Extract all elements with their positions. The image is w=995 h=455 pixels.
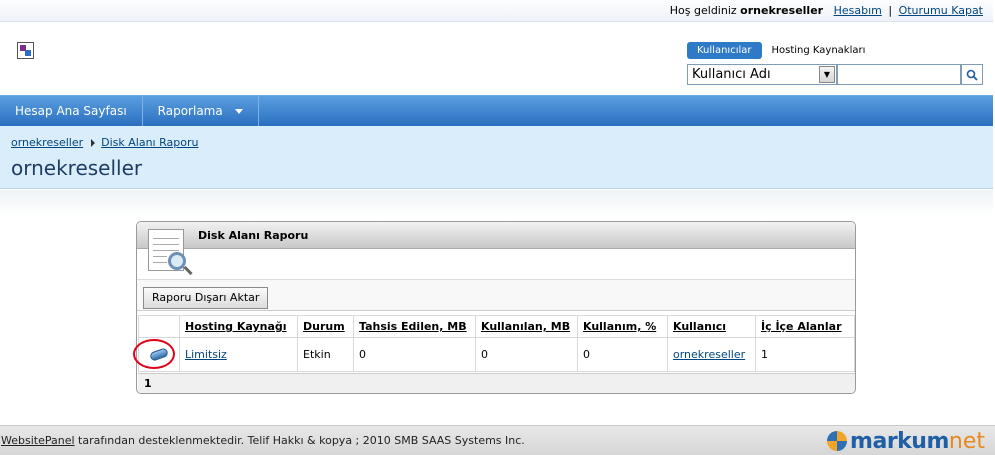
tab-users[interactable]: Kullanıcılar xyxy=(687,42,762,59)
brand-logo-icon xyxy=(827,431,848,451)
table-header-row: Hosting Kaynağı Durum Tahsis Edilen, MB … xyxy=(138,315,855,338)
column-header-nested[interactable]: İç İçe Alanlar xyxy=(755,315,855,338)
page-title: ornekreseller xyxy=(11,156,143,180)
websitepanel-link[interactable]: WebsitePanel xyxy=(1,434,75,447)
page-header: ornekreseller Disk Alanı Raporu ornekres… xyxy=(0,126,993,189)
pager-page-1[interactable]: 1 xyxy=(144,377,152,390)
nested-cell: 1 xyxy=(755,337,855,372)
separator: | xyxy=(888,4,893,17)
account-link[interactable]: Hesabım xyxy=(834,4,882,17)
column-header-icon xyxy=(138,315,180,338)
search-field-value: Kullanıcı Adı xyxy=(692,67,771,82)
column-header-usage[interactable]: Kullanım, % xyxy=(577,315,668,338)
panel-title: Disk Alanı Raporu xyxy=(198,229,309,242)
breadcrumb-item-reseller[interactable]: ornekreseller xyxy=(11,136,83,149)
welcome-text: Hoş geldiniz xyxy=(669,4,737,17)
allocated-cell: 0 xyxy=(353,337,476,372)
table-pager: 1 xyxy=(138,373,855,393)
disk-report-panel: Disk Alanı Raporu Raporu Dışarı Aktar Ho… xyxy=(136,221,856,394)
nav-reporting-label: Raporlama xyxy=(157,104,223,118)
chevron-down-icon[interactable]: ▼ xyxy=(819,66,835,83)
disk-report-table: Hosting Kaynağı Durum Tahsis Edilen, MB … xyxy=(138,315,855,372)
brand-logo: markum net xyxy=(827,428,985,454)
user-cell: ornekreseller xyxy=(667,337,756,372)
breadcrumb-arrow-icon xyxy=(91,138,96,147)
report-icon xyxy=(148,229,193,276)
search-tabs: Kullanıcılar Hosting Kaynakları xyxy=(687,42,865,59)
hosting-plan-link[interactable]: Limitsiz xyxy=(185,348,227,361)
status-cell: Etkin xyxy=(297,337,354,372)
highlight-circle xyxy=(133,339,175,369)
nav-account-home-label: Hesap Ana Sayfası xyxy=(15,104,127,118)
search-field-select[interactable]: Kullanıcı Adı ▼ xyxy=(687,64,837,85)
table-row: Limitsiz Etkin 0 0 0 ornekreseller 1 xyxy=(138,337,855,372)
tab-hosting-resources[interactable]: Hosting Kaynakları xyxy=(772,45,866,56)
footer: WebsitePanel tarafından desteklenmektedi… xyxy=(0,425,995,455)
panel-toolbar: Raporu Dışarı Aktar xyxy=(137,279,855,311)
welcome-area: Hoş geldiniz ornekreseller Hesabım | Otu… xyxy=(670,4,983,17)
main-nav: Hesap Ana Sayfası Raporlama xyxy=(0,95,993,126)
column-header-used[interactable]: Kullanılan, MB xyxy=(475,315,578,338)
site-logo-icon[interactable] xyxy=(17,42,34,59)
nav-account-home[interactable]: Hesap Ana Sayfası xyxy=(0,96,143,126)
used-cell: 0 xyxy=(475,337,578,372)
export-report-button[interactable]: Raporu Dışarı Aktar xyxy=(143,287,269,309)
column-header-user: Kullanıcı xyxy=(667,315,756,338)
username: ornekreseller xyxy=(740,4,824,17)
footer-text: WebsitePanel tarafından desteklenmektedi… xyxy=(1,434,525,447)
header-shadow xyxy=(0,190,993,216)
usage-cell: 0 xyxy=(577,337,668,372)
breadcrumb-item-disk-report[interactable]: Disk Alanı Raporu xyxy=(101,136,198,149)
search-input[interactable] xyxy=(837,64,961,85)
hosting-cell: Limitsiz xyxy=(179,337,298,372)
column-header-hosting[interactable]: Hosting Kaynağı xyxy=(179,315,298,338)
nav-reporting[interactable]: Raporlama xyxy=(143,96,259,126)
footer-copyright: tarafından desteklenmektedir. Telif Hakk… xyxy=(74,434,525,447)
logout-link[interactable]: Oturumu Kapat xyxy=(899,4,983,17)
column-header-status[interactable]: Durum xyxy=(297,315,354,338)
column-header-allocated[interactable]: Tahsis Edilen, MB xyxy=(353,315,476,338)
brand-name: markum xyxy=(850,428,949,454)
user-link[interactable]: ornekreseller xyxy=(673,348,745,361)
breadcrumb: ornekreseller Disk Alanı Raporu xyxy=(11,136,198,149)
brand-suffix: net xyxy=(948,428,985,454)
search-row: Kullanıcı Adı ▼ xyxy=(687,64,983,85)
top-bar: Hoş geldiniz ornekreseller Hesabım | Otu… xyxy=(0,0,993,22)
search-icon xyxy=(966,69,978,81)
caret-down-icon xyxy=(234,109,243,114)
search-button[interactable] xyxy=(961,64,983,85)
